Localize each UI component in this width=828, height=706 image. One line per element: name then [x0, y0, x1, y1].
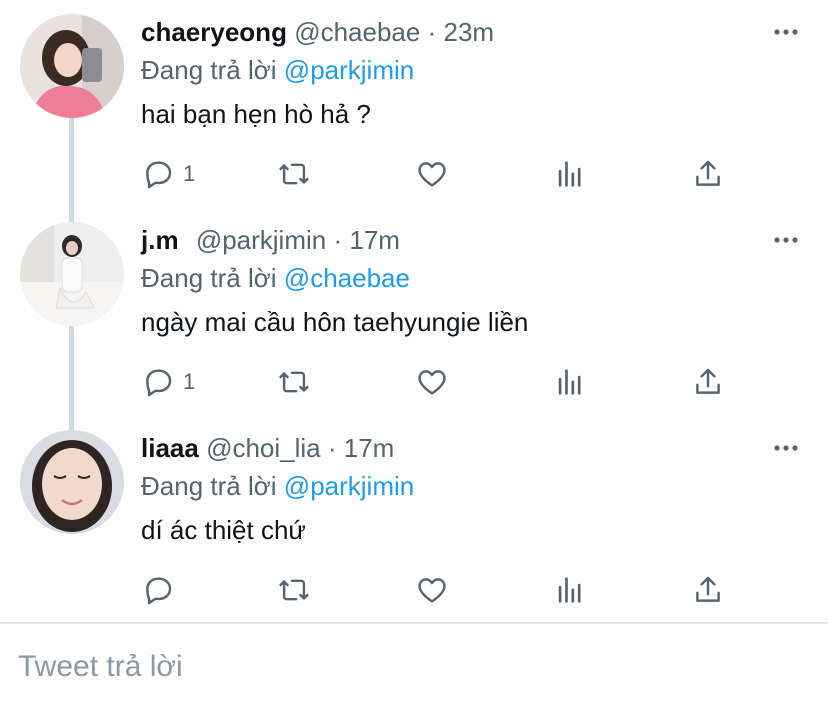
action-bar: 1	[141, 364, 741, 404]
analytics-icon	[558, 577, 581, 603]
reply-button[interactable]: 1	[141, 364, 195, 400]
avatar-image	[20, 14, 124, 118]
mention-link[interactable]: @parkjimin	[284, 471, 414, 501]
avatar[interactable]	[20, 430, 124, 534]
share-button[interactable]	[691, 156, 725, 192]
action-bar	[141, 572, 741, 612]
tweet-text: dí ác thiệt chứ	[141, 515, 306, 545]
retweet-button[interactable]	[277, 364, 311, 400]
mention-link[interactable]: @parkjimin	[284, 55, 414, 85]
tweet[interactable]: chaeryeong @chaebae · 23m Đang trả lời @…	[0, 0, 828, 208]
reply-button[interactable]	[141, 572, 183, 608]
display-name[interactable]: j.m	[141, 225, 179, 255]
analytics-icon	[558, 369, 581, 395]
heart-icon	[418, 370, 446, 395]
share-icon	[696, 160, 720, 186]
user-handle[interactable]: @choi_lia	[206, 433, 321, 463]
reply-composer-input[interactable]: Tweet trả lời	[18, 650, 183, 684]
timestamp[interactable]: 17m	[344, 433, 395, 463]
tweet-header: liaaa @choi_lia · 17m	[141, 430, 394, 466]
analytics-icon	[558, 161, 581, 187]
retweet-icon	[279, 371, 309, 393]
retweet-button[interactable]	[277, 572, 311, 608]
tweet-text: ngày mai cầu hôn taehyungie liền	[141, 307, 529, 337]
comment-icon	[146, 577, 172, 605]
timestamp[interactable]: 17m	[349, 225, 400, 255]
divider	[0, 622, 828, 624]
separator: ·	[427, 17, 437, 47]
comment-icon	[146, 161, 172, 189]
like-button[interactable]	[415, 156, 449, 192]
mention-link[interactable]: @chaebae	[284, 263, 410, 293]
retweet-button[interactable]	[277, 156, 311, 192]
display-name[interactable]: liaaa	[141, 433, 199, 463]
timestamp[interactable]: 23m	[443, 17, 494, 47]
replying-label: Đang trả lời	[141, 55, 277, 85]
tweet-header: j.m @parkjimin · 17m	[141, 222, 400, 258]
retweet-icon	[279, 163, 309, 185]
replying-to: Đang trả lời @parkjimin	[141, 468, 414, 504]
comment-icon	[146, 369, 172, 397]
tweet[interactable]: liaaa @choi_lia · 17m Đang trả lời @park…	[0, 416, 828, 622]
more-icon[interactable]	[772, 226, 800, 254]
user-handle[interactable]: @parkjimin	[196, 225, 326, 255]
like-button[interactable]	[415, 572, 449, 608]
avatar-image	[20, 430, 124, 534]
replying-to: Đang trả lời @chaebae	[141, 260, 410, 296]
display-name[interactable]: chaeryeong	[141, 17, 287, 47]
reply-count: 1	[183, 369, 196, 394]
avatar[interactable]	[20, 14, 124, 118]
analytics-button[interactable]	[553, 156, 587, 192]
share-icon	[696, 576, 720, 602]
reply-button[interactable]: 1	[141, 156, 195, 192]
avatar[interactable]	[20, 222, 124, 326]
avatar-image	[20, 222, 124, 326]
more-icon[interactable]	[772, 434, 800, 462]
share-icon	[696, 368, 720, 394]
replying-to: Đang trả lời @parkjimin	[141, 52, 414, 88]
separator: ·	[327, 433, 337, 463]
more-icon[interactable]	[772, 18, 800, 46]
replying-label: Đang trả lời	[141, 263, 277, 293]
separator: ·	[333, 225, 343, 255]
share-button[interactable]	[691, 364, 725, 400]
replying-label: Đang trả lời	[141, 471, 277, 501]
retweet-icon	[279, 579, 309, 601]
share-button[interactable]	[691, 572, 725, 608]
tweet-header: chaeryeong @chaebae · 23m	[141, 14, 494, 50]
tweet-text: hai bạn hẹn hò hả ?	[141, 99, 371, 129]
user-handle[interactable]: @chaebae	[294, 17, 420, 47]
action-bar: 1	[141, 156, 741, 196]
like-button[interactable]	[415, 364, 449, 400]
analytics-button[interactable]	[553, 572, 587, 608]
heart-icon	[418, 578, 446, 603]
analytics-button[interactable]	[553, 364, 587, 400]
heart-icon	[418, 162, 446, 187]
tweet[interactable]: j.m @parkjimin · 17m Đang trả lời @chaeb…	[0, 208, 828, 416]
reply-count: 1	[183, 161, 196, 186]
